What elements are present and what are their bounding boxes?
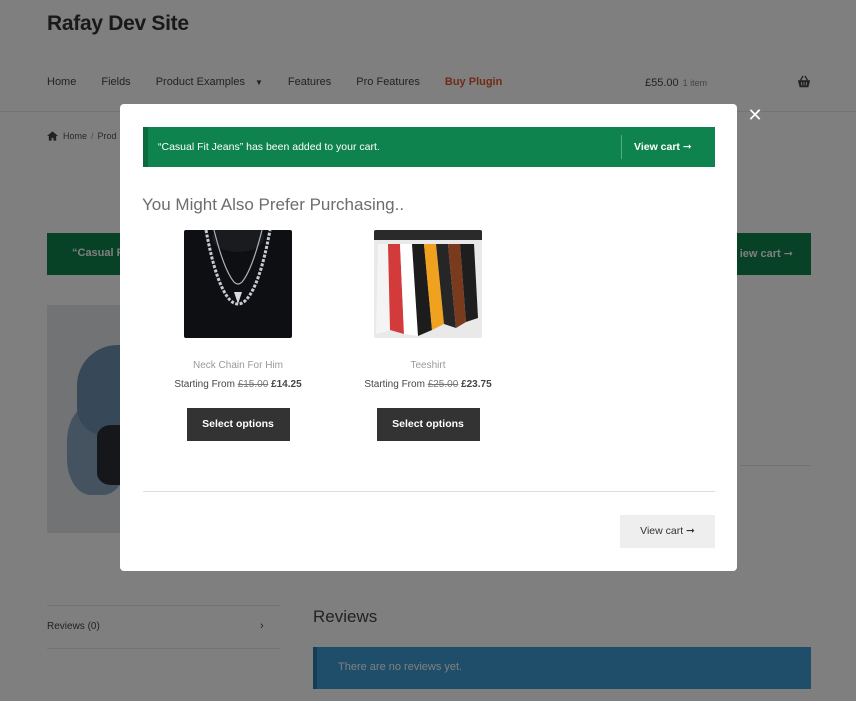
modal-divider — [143, 491, 715, 492]
product-thumbnail-chain[interactable] — [184, 230, 292, 338]
sale-price: £23.75 — [461, 379, 492, 390]
product-thumbnail-teeshirt[interactable] — [374, 230, 482, 338]
select-options-button[interactable]: Select options — [376, 408, 480, 441]
chain-image — [184, 230, 292, 338]
upsell-product: Teeshirt Starting From £25.00 £23.75 Sel… — [353, 230, 503, 441]
view-cart-button[interactable]: View cart ➞ — [620, 515, 715, 548]
close-icon[interactable]: ✕ — [747, 106, 763, 124]
added-to-cart-notice: “Casual Fit Jeans” has been added to you… — [143, 127, 715, 167]
modal-heading: You Might Also Prefer Purchasing.. — [142, 195, 405, 214]
price-prefix: Starting From — [364, 379, 425, 390]
upsell-modal: “Casual Fit Jeans” has been added to you… — [120, 104, 737, 571]
added-notice-message: “Casual Fit Jeans” has been added to you… — [158, 141, 380, 153]
notice-divider — [621, 135, 622, 159]
product-price: Starting From £25.00 £23.75 — [353, 379, 503, 390]
regular-price: £25.00 — [427, 379, 459, 390]
sale-price: £14.25 — [271, 379, 302, 390]
select-options-button[interactable]: Select options — [186, 408, 290, 441]
product-name[interactable]: Teeshirt — [353, 360, 503, 371]
regular-price: £15.00 — [237, 379, 269, 390]
price-prefix: Starting From — [174, 379, 235, 390]
teeshirt-image — [374, 230, 482, 338]
product-name[interactable]: Neck Chain For Him — [163, 360, 313, 371]
product-price: Starting From £15.00 £14.25 — [163, 379, 313, 390]
upsell-product: Neck Chain For Him Starting From £15.00 … — [163, 230, 313, 441]
notice-view-cart-link[interactable]: View cart ➞ — [634, 141, 692, 153]
